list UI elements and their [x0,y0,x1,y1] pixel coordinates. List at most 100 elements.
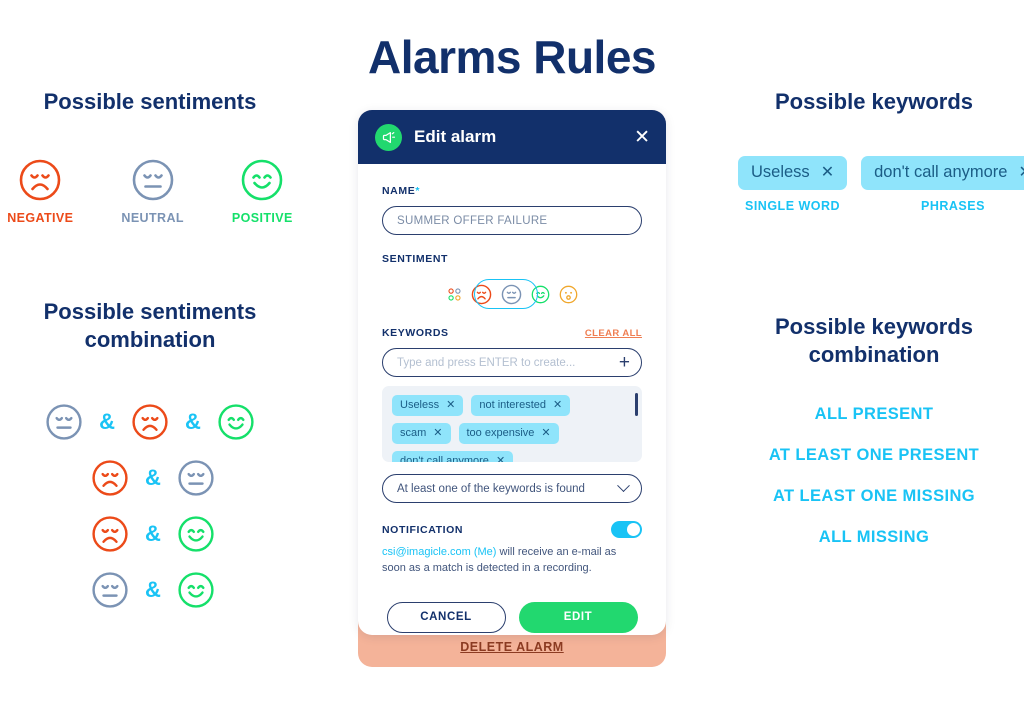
keyword-chip[interactable]: don't call anymore ✕ [392,451,514,462]
close-icon[interactable]: ✕ [496,455,505,462]
four-dots-icon[interactable] [447,287,462,302]
keyword-combinations-heading: Possible keywords combination [724,313,1024,369]
keyword-chips-area: Useless ✕ not interested ✕ scam ✕ too ex… [382,386,642,462]
name-label-text: NAME [382,185,416,197]
poster-root: Alarms Rules Possible sentiments NEGATIV… [0,0,1024,711]
sad-face-icon [18,158,62,202]
sentiment-legend-label: POSITIVE [231,211,293,226]
possible-sentiments-section: Possible sentiments NEGATIVE NEUTRAL POS… [0,88,300,225]
possible-keywords-heading: Possible keywords [774,89,974,114]
keyword-input-placeholder: Type and press ENTER to create... [397,356,576,369]
surprised-face-icon[interactable] [559,285,578,304]
sentiment-combinations-section: Possible sentiments combination & & & & … [0,298,300,618]
modal-body: NAME* SUMMER OFFER FAILURE SENTIMENT KEY… [358,164,666,633]
sentiment-legend-row: NEGATIVE NEUTRAL POSITIVE [0,158,300,225]
keyword-example-phrase: don't call anymore ✕ PHRASES [861,156,1024,213]
close-icon[interactable]: ✕ [553,399,562,411]
notification-label: NOTIFICATION [382,523,464,536]
heading-line-1: Possible keywords [774,314,974,339]
name-field-label: NAME* [382,185,642,197]
keyword-example-row: Useless ✕ SINGLE WORD don't call anymore… [724,156,1024,213]
plus-icon[interactable]: + [619,353,630,372]
keyword-combination-list: ALL PRESENT AT LEAST ONE PRESENT AT LEAS… [724,405,1024,547]
combination-separator: & [145,521,161,547]
neutral-face-icon [91,571,129,609]
neutral-face-icon [131,158,175,202]
keyword-chip[interactable]: not interested ✕ [471,395,571,416]
modal-header: Edit alarm ✕ [358,110,666,164]
keyword-chip[interactable]: Useless ✕ [738,156,848,191]
keyword-chip[interactable]: too expensive ✕ [458,423,559,444]
sentiment-legend-label: NEGATIVE [7,211,74,226]
neutral-face-icon [45,403,83,441]
keyword-example-caption: PHRASES [921,199,985,214]
keyword-chip-label: don't call anymore [400,455,489,462]
keyword-chip[interactable]: scam ✕ [392,423,451,444]
close-icon[interactable]: ✕ [1018,164,1024,181]
keyword-chip-label: too expensive [466,427,535,439]
keyword-chip-label: don't call anymore [874,163,1008,182]
sad-face-icon [131,403,169,441]
sentiment-picker [382,279,642,309]
keyword-chip[interactable]: don't call anymore ✕ [861,156,1024,191]
sentiment-combination-row: & [0,506,300,562]
close-icon[interactable]: ✕ [446,399,455,411]
combination-separator: & [145,465,161,491]
sentiment-legend-label: NEUTRAL [121,211,184,226]
required-marker: * [415,185,421,197]
sentiment-combination-row: & [0,450,300,506]
condition-select-value: At least one of the keywords is found [397,482,585,495]
close-icon[interactable]: ✕ [541,427,550,439]
combination-separator: & [145,577,161,603]
notification-row: NOTIFICATION [382,521,642,538]
modal-card: Edit alarm ✕ NAME* SUMMER OFFER FAILURE … [358,110,666,635]
clear-all-button[interactable]: CLEAR ALL [585,328,642,339]
name-input[interactable]: SUMMER OFFER FAILURE [382,206,642,235]
happy-face-icon [240,158,284,202]
keywords-label-row: KEYWORDS CLEAR ALL [382,327,642,339]
keyword-chip[interactable]: Useless ✕ [392,395,464,416]
keyword-example-single-word: Useless ✕ SINGLE WORD [738,156,848,213]
sad-face-icon [91,459,129,497]
megaphone-icon [375,123,402,151]
close-icon[interactable]: ✕ [634,128,650,147]
notification-description: csi@imagicle.com (Me) will receive an e-… [382,545,642,577]
sentiment-combination-row: & & [0,394,300,450]
condition-select[interactable]: At least one of the keywords is found [382,474,642,503]
sentiment-legend-negative: NEGATIVE [7,158,73,225]
close-icon[interactable]: ✕ [433,427,442,439]
delete-alarm-button[interactable]: DELETE ALARM [358,640,666,654]
keywords-field-label: KEYWORDS [382,327,449,339]
keyword-combination-item: ALL PRESENT [814,405,934,424]
cancel-button[interactable]: CANCEL [386,601,506,633]
sentiment-combinations-heading: Possible sentiments combination [0,298,300,354]
keyword-combinations-section: Possible keywords combination ALL PRESEN… [724,313,1024,569]
modal-actions: CANCEL EDIT [382,601,642,633]
combination-separator: & [99,409,115,435]
keyword-combination-item: ALL MISSING [818,528,930,547]
happy-face-icon [177,571,215,609]
sentiment-field-label: SENTIMENT [382,253,449,265]
page-title: Alarms Rules [367,31,657,83]
keyword-chip-label: Useless [400,399,440,411]
notification-toggle[interactable] [611,521,642,538]
sad-face-icon [91,515,129,553]
sentiment-combination-row: & [0,562,300,618]
neutral-face-icon [177,459,215,497]
modal-title: Edit alarm [414,127,497,146]
combination-separator-2: & [185,409,201,435]
happy-face-icon [177,515,215,553]
possible-keywords-section: Possible keywords Useless ✕ SINGLE WORD … [724,88,1024,213]
possible-sentiments-heading: Possible sentiments [43,89,257,114]
keyword-combination-item: AT LEAST ONE MISSING [772,487,976,506]
heading-line-2: combination [84,327,216,353]
notification-email[interactable]: csi@imagicle.com (Me) [382,546,496,558]
edit-button[interactable]: EDIT [518,601,638,633]
keyword-chip-label: not interested [479,399,546,411]
keyword-input[interactable]: Type and press ENTER to create... + [382,348,642,377]
keyword-chip-label: Useless [751,163,810,182]
chips-scrollbar[interactable] [635,393,638,416]
keyword-chip-label: scam [400,427,427,439]
keyword-combination-item: AT LEAST ONE PRESENT [768,446,980,465]
close-icon[interactable]: ✕ [821,164,834,181]
